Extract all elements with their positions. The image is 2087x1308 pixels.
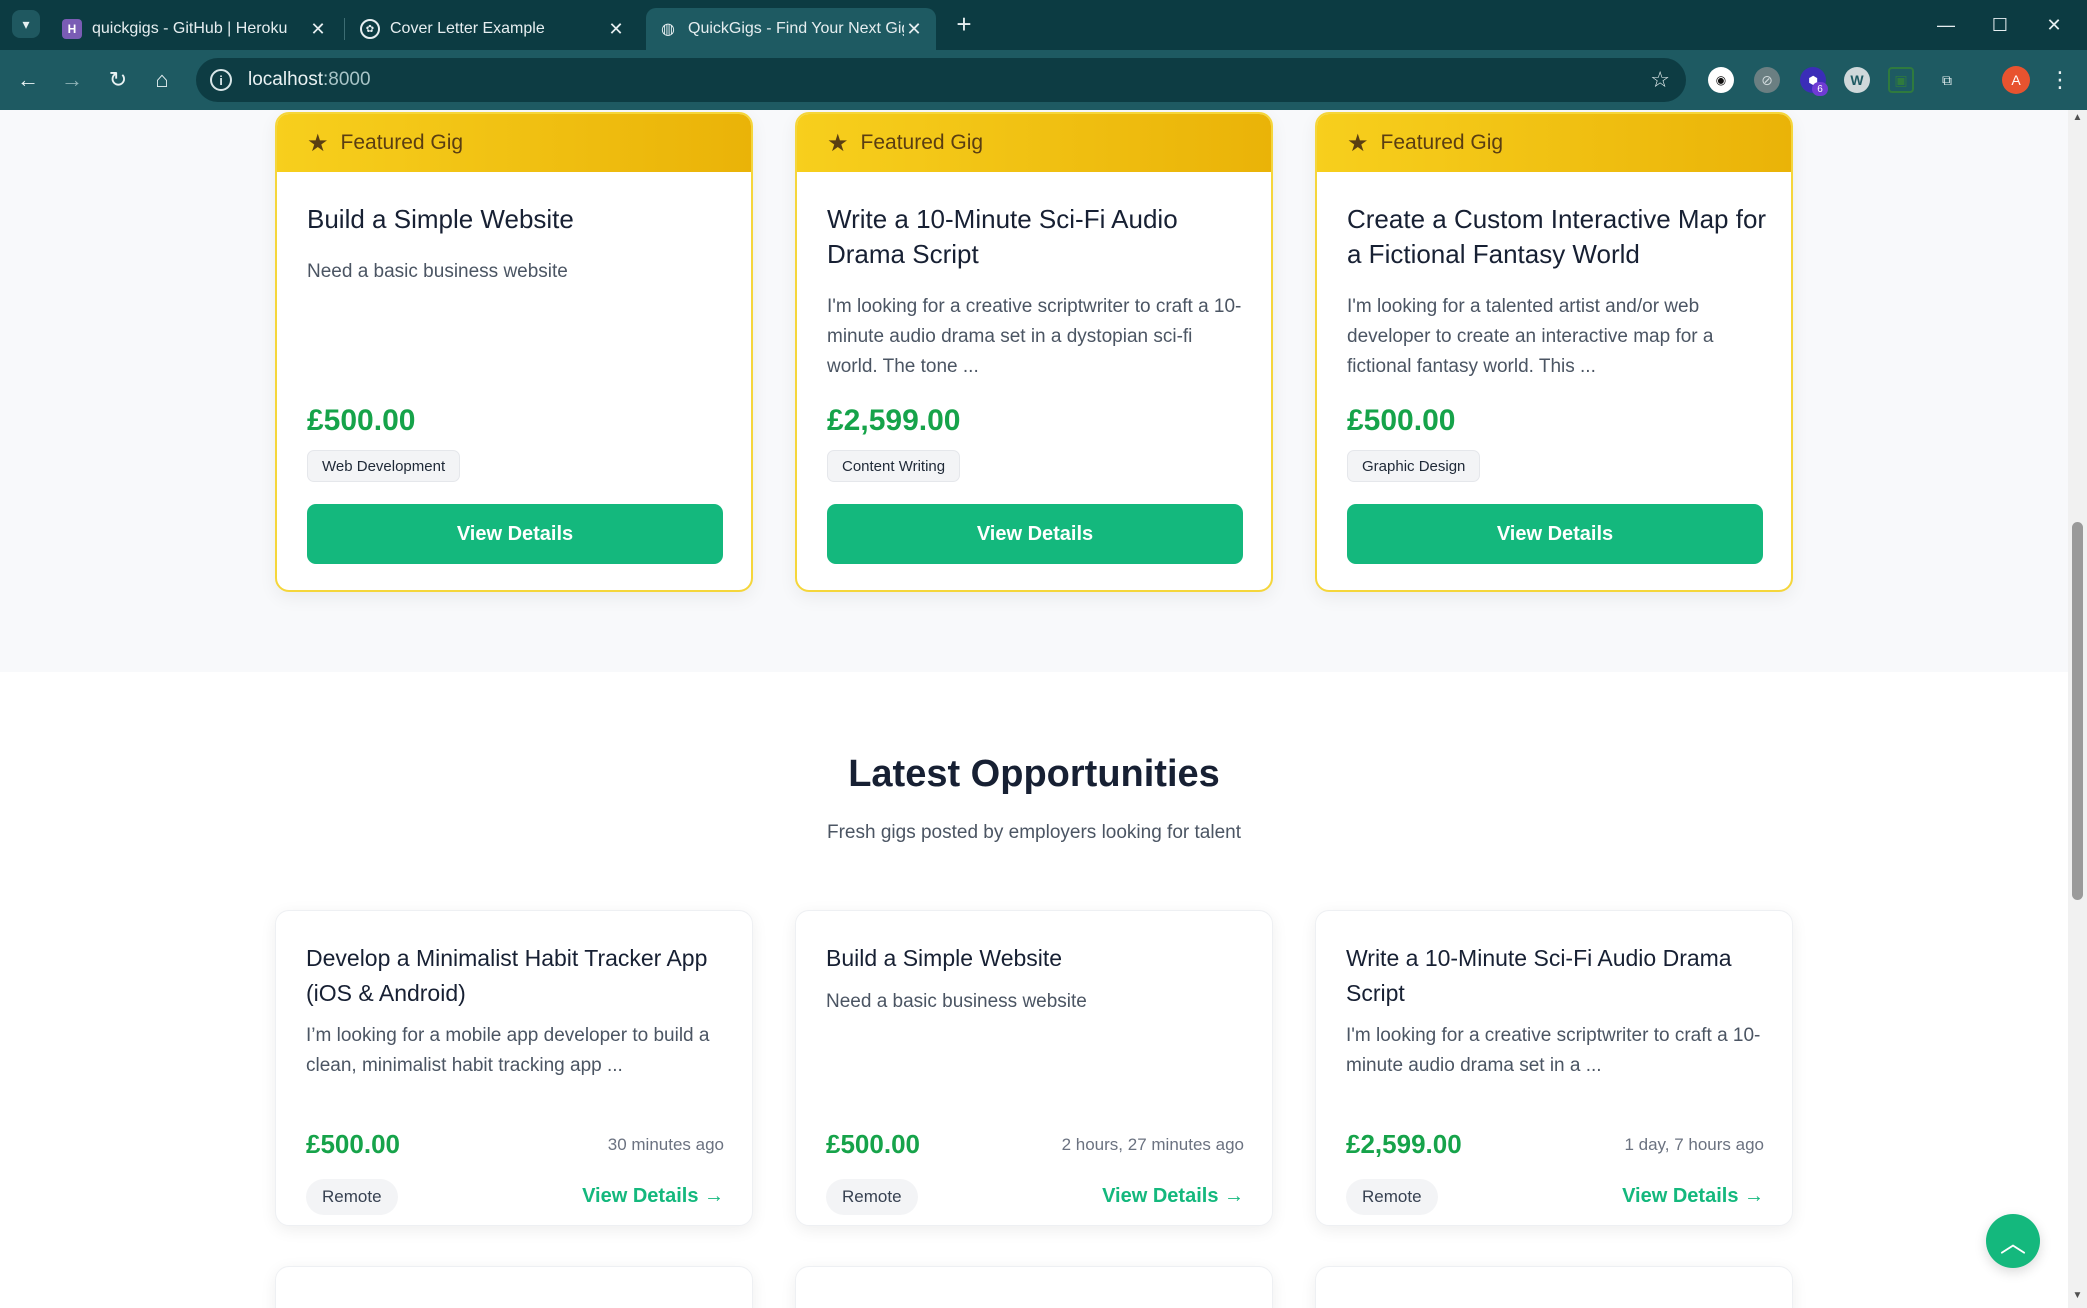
tab-divider	[344, 18, 345, 40]
heroku-icon: H	[62, 19, 82, 39]
gig-title[interactable]: Develop a Minimalist Habit Tracker App (…	[306, 941, 726, 1011]
gig-title[interactable]: Write a 10-Minute Sci-Fi Audio Drama Scr…	[827, 202, 1247, 272]
gig-description: I'm looking for a talented artist and/or…	[1347, 296, 1714, 377]
view-details-link[interactable]: View Details →	[1622, 1185, 1764, 1208]
home-button[interactable]: ⌂	[146, 64, 178, 96]
view-details-button[interactable]: View Details	[307, 504, 723, 564]
page-viewport: ★ Featured Gig Build a Simple Website Ne…	[0, 110, 2068, 1308]
location-badge: Remote	[1346, 1179, 1438, 1215]
tab-search-button[interactable]: ▾	[12, 10, 40, 38]
chevron-up-icon: ︿	[1999, 1227, 2026, 1258]
gig-price: £500.00	[1347, 404, 1456, 437]
gig-description: Need a basic business website	[307, 261, 568, 282]
close-icon[interactable]: ✕	[308, 19, 328, 40]
new-tab-button[interactable]: +	[950, 9, 978, 39]
maximize-button[interactable]: ☐	[1980, 10, 2020, 40]
gig-price: £2,599.00	[1346, 1129, 1462, 1159]
tab-title: Cover Letter Example	[390, 20, 545, 37]
category-tag: Content Writing	[827, 450, 961, 482]
section-subtitle: Fresh gigs posted by employers looking f…	[827, 822, 1241, 843]
forward-button[interactable]: →	[56, 64, 88, 96]
posted-time: 1 day, 7 hours ago	[1624, 1135, 1764, 1154]
gig-card-partial	[1315, 1266, 1793, 1308]
gig-price: £500.00	[307, 404, 416, 437]
scroll-up-arrow-icon[interactable]: ▲	[2068, 112, 2087, 128]
gig-title[interactable]: Build a Simple Website	[307, 202, 727, 237]
gig-price: £500.00	[826, 1129, 920, 1159]
gig-title[interactable]: Write a 10-Minute Sci-Fi Audio Drama Scr…	[1346, 941, 1766, 1011]
view-details-link[interactable]: View Details →	[1102, 1185, 1244, 1208]
url-text: localhost:8000	[248, 69, 371, 91]
close-icon[interactable]: ✕	[904, 19, 924, 40]
gig-card-partial	[275, 1266, 753, 1308]
extension-icon[interactable]: ◉	[1708, 67, 1734, 93]
gig-description: I'm looking for a creative scriptwriter …	[1346, 1025, 1761, 1076]
address-bar[interactable]: i localhost:8000 ☆	[196, 58, 1686, 102]
back-button[interactable]: ←	[12, 64, 44, 96]
browser-tab-bar: ▾ H quickgigs - GitHub | Heroku ✕ ✿ Cove…	[0, 0, 2087, 50]
extension-badge: 6	[1812, 82, 1828, 96]
gig-card: Build a Simple Website Need a basic busi…	[795, 910, 1273, 1226]
featured-header: ★ Featured Gig	[1317, 114, 1791, 172]
close-icon[interactable]: ✕	[606, 19, 626, 40]
star-icon: ★	[1347, 129, 1369, 157]
tab-heroku[interactable]: H quickgigs - GitHub | Heroku ✕	[50, 8, 340, 50]
openai-icon: ✿	[360, 19, 380, 39]
scroll-down-arrow-icon[interactable]: ▼	[2068, 1290, 2087, 1306]
gig-card: Write a 10-Minute Sci-Fi Audio Drama Scr…	[1315, 910, 1793, 1226]
menu-icon[interactable]: ⋮	[2049, 64, 2071, 96]
featured-gig-card: ★ Featured Gig Write a 10-Minute Sci-Fi …	[795, 112, 1273, 592]
gig-price: £500.00	[306, 1129, 400, 1159]
extension-icon[interactable]: ▣	[1888, 67, 1914, 93]
category-tag: Graphic Design	[1347, 450, 1481, 482]
featured-label: Featured Gig	[860, 131, 984, 154]
view-details-button[interactable]: View Details	[827, 504, 1243, 564]
page-scrollbar[interactable]: ▲ ▼	[2068, 110, 2087, 1308]
featured-header: ★ Featured Gig	[277, 114, 751, 172]
site-info-icon[interactable]: i	[210, 69, 232, 91]
featured-label: Featured Gig	[340, 131, 464, 154]
gig-title[interactable]: Build a Simple Website	[826, 941, 1246, 976]
location-badge: Remote	[306, 1179, 398, 1215]
category-tag: Web Development	[307, 450, 461, 482]
tab-title: QuickGigs - Find Your Next Gig	[688, 20, 904, 37]
view-details-link[interactable]: View Details →	[582, 1185, 724, 1208]
star-icon: ★	[827, 129, 849, 157]
featured-gig-card: ★ Featured Gig Build a Simple Website Ne…	[275, 112, 753, 592]
extension-icon[interactable]: W	[1844, 67, 1870, 93]
tab-cover-letter[interactable]: ✿ Cover Letter Example ✕	[348, 8, 638, 50]
gig-description: I’m looking for a mobile app developer t…	[306, 1025, 710, 1076]
view-details-button[interactable]: View Details	[1347, 504, 1763, 564]
puzzle-icon[interactable]: ⧉	[1934, 67, 1960, 93]
featured-gig-card: ★ Featured Gig Create a Custom Interacti…	[1315, 112, 1793, 592]
featured-header: ★ Featured Gig	[797, 114, 1271, 172]
gig-title[interactable]: Create a Custom Interactive Map for a Fi…	[1347, 202, 1767, 272]
tab-quickgigs[interactable]: ◍ QuickGigs - Find Your Next Gig ✕	[646, 8, 936, 50]
posted-time: 2 hours, 27 minutes ago	[1061, 1135, 1244, 1154]
scrollbar-thumb[interactable]	[2072, 522, 2083, 900]
globe-icon: ◍	[661, 21, 675, 38]
section-title: Latest Opportunities	[848, 753, 1220, 795]
gig-description: Need a basic business website	[826, 991, 1087, 1012]
gig-card-partial	[795, 1266, 1273, 1308]
location-badge: Remote	[826, 1179, 918, 1215]
gig-price: £2,599.00	[827, 404, 961, 437]
profile-avatar[interactable]: A	[2002, 66, 2030, 94]
url-host: localhost	[248, 69, 323, 90]
posted-time: 30 minutes ago	[607, 1135, 724, 1154]
url-port: :8000	[323, 69, 371, 90]
gig-description: I'm looking for a creative scriptwriter …	[827, 296, 1242, 377]
featured-label: Featured Gig	[1380, 131, 1504, 154]
close-window-button[interactable]: ✕	[2034, 10, 2074, 40]
gig-card: Develop a Minimalist Habit Tracker App (…	[275, 910, 753, 1226]
bookmark-star-icon[interactable]: ☆	[1650, 67, 1670, 93]
reload-button[interactable]: ↻	[102, 64, 134, 96]
minimize-button[interactable]: —	[1926, 10, 1966, 40]
star-icon: ★	[307, 129, 329, 157]
tab-title: quickgigs - GitHub | Heroku	[92, 20, 288, 37]
extension-icon[interactable]: ⊘	[1754, 67, 1780, 93]
browser-toolbar: ← → ↻ ⌂ i localhost:8000 ☆ ◉ ⊘ ⬢ 6 W ▣ ⧉…	[0, 50, 2087, 110]
back-to-top-button[interactable]: ︿	[1986, 1214, 2040, 1268]
